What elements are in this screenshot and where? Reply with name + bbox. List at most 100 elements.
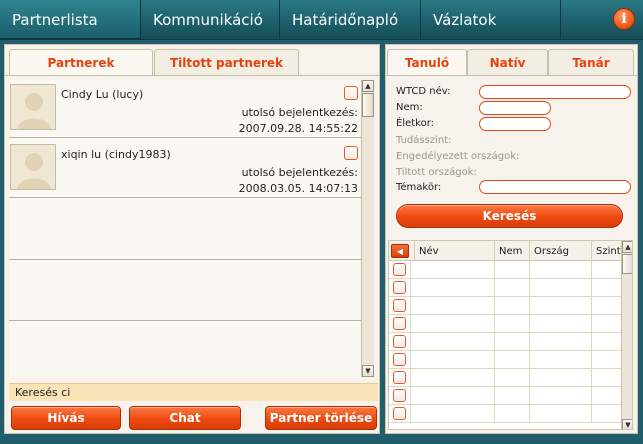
delete-partner-button[interactable]: Partner törlése: [265, 406, 377, 430]
button-label: Partner törlése: [269, 411, 373, 425]
table-row[interactable]: [389, 351, 621, 369]
age-input[interactable]: [479, 117, 551, 131]
tab-label: Tiltott partnerek: [169, 56, 284, 70]
tab-label: Partnerek: [47, 56, 115, 70]
nav-tab-schedule[interactable]: Határidőnapló: [280, 0, 421, 40]
scroll-thumb[interactable]: [362, 93, 374, 117]
name-input[interactable]: [479, 85, 631, 99]
scroll-thumb[interactable]: [622, 254, 632, 274]
scroll-down-icon[interactable]: ▼: [362, 365, 374, 377]
column-divider: [410, 351, 411, 368]
gender-label: Nem:: [396, 102, 423, 113]
button-label: Chat: [169, 411, 201, 425]
column-divider: [494, 351, 495, 368]
table-row[interactable]: [389, 297, 621, 315]
list-divider: [9, 320, 364, 321]
row-select-checkbox[interactable]: [393, 353, 406, 366]
row-select-checkbox[interactable]: [393, 371, 406, 384]
table-row[interactable]: [389, 315, 621, 333]
age-label: Életkor:: [396, 118, 435, 129]
column-divider: [591, 261, 592, 278]
column-divider: [410, 387, 411, 404]
call-button[interactable]: Hívás: [11, 406, 121, 430]
tab-native[interactable]: Natív: [467, 49, 548, 76]
partner-select-checkbox[interactable]: [344, 86, 358, 100]
column-header-level[interactable]: Szint: [591, 241, 622, 261]
column-header-country[interactable]: Ország: [529, 241, 591, 261]
search-button[interactable]: Keresés: [396, 204, 623, 228]
row-select-checkbox[interactable]: [393, 335, 406, 348]
chat-button[interactable]: Chat: [129, 406, 241, 430]
top-nav: Partnerlista Kommunikáció Határidőnapló …: [0, 0, 643, 40]
nav-tab-drafts[interactable]: Vázlatok: [421, 0, 561, 40]
partner-list: Cindy Lu (lucy) utolsó bejelentkezés: 20…: [9, 80, 364, 377]
scroll-up-icon[interactable]: ▲: [362, 80, 374, 92]
table-row[interactable]: [389, 279, 621, 297]
table-row[interactable]: [389, 333, 621, 351]
scroll-up-icon[interactable]: ▲: [622, 241, 632, 253]
partner-row[interactable]: Cindy Lu (lucy) utolsó bejelentkezés: 20…: [9, 80, 364, 138]
nav-tab-communication[interactable]: Kommunikáció: [141, 0, 280, 40]
back-arrow-icon[interactable]: ◀: [391, 244, 409, 258]
column-divider: [494, 261, 495, 278]
last-login-label: utolsó bejelentkezés:: [241, 106, 358, 119]
info-icon[interactable]: i: [613, 8, 635, 30]
column-divider: [591, 387, 592, 404]
column-header-gender[interactable]: Nem: [494, 241, 529, 261]
table-row[interactable]: [389, 387, 621, 405]
column-divider: [410, 405, 411, 422]
column-divider: [529, 369, 530, 386]
topic-label: Témakör:: [396, 182, 442, 193]
tab-label: Tanuló: [404, 56, 450, 70]
column-divider: [529, 297, 530, 314]
column-divider: [494, 387, 495, 404]
column-divider: [529, 351, 530, 368]
tab-label: Natív: [489, 56, 526, 70]
results-scrollbar[interactable]: ▲ ▼: [621, 241, 632, 429]
column-divider: [529, 405, 530, 422]
partner-name: Cindy Lu (lucy): [61, 88, 144, 101]
row-select-checkbox[interactable]: [393, 389, 406, 402]
row-select-checkbox[interactable]: [393, 407, 406, 420]
row-select-checkbox[interactable]: [393, 263, 406, 276]
column-divider: [410, 333, 411, 350]
table-row[interactable]: [389, 405, 621, 423]
column-divider: [494, 297, 495, 314]
name-label: WTCD név:: [396, 86, 451, 97]
column-divider: [410, 315, 411, 332]
column-divider: [529, 315, 530, 332]
nav-tab-label: Partnerlista: [12, 11, 98, 29]
column-divider: [529, 279, 530, 296]
scroll-down-icon[interactable]: ▼: [622, 419, 632, 429]
column-divider: [591, 279, 592, 296]
row-select-checkbox[interactable]: [393, 299, 406, 312]
topic-input[interactable]: [479, 180, 631, 194]
tab-divider: [5, 75, 379, 76]
column-header-name[interactable]: Név: [414, 241, 494, 261]
column-label: Nem: [499, 245, 523, 257]
table-row[interactable]: [389, 369, 621, 387]
column-divider: [410, 261, 411, 278]
column-divider: [529, 261, 530, 278]
nav-tab-partner-list[interactable]: Partnerlista: [0, 0, 141, 40]
user-avatar-icon: [10, 144, 56, 190]
partner-select-checkbox[interactable]: [344, 146, 358, 160]
row-select-checkbox[interactable]: [393, 317, 406, 330]
partner-list-scrollbar[interactable]: ▲ ▼: [361, 80, 374, 377]
tab-banned-partners[interactable]: Tiltott partnerek: [154, 49, 299, 76]
column-divider: [529, 333, 530, 350]
results-table: ◀ Név Nem Ország Szint ▲ ▼: [388, 240, 633, 430]
gender-select[interactable]: [479, 101, 551, 115]
column-divider: [591, 351, 592, 368]
table-row[interactable]: [389, 261, 621, 279]
list-divider: [9, 259, 364, 260]
tab-teacher[interactable]: Tanár: [548, 49, 634, 76]
row-select-checkbox[interactable]: [393, 281, 406, 294]
tab-student[interactable]: Tanuló: [387, 49, 467, 76]
tab-partners[interactable]: Partnerek: [9, 49, 153, 76]
column-divider: [410, 297, 411, 314]
last-login-date: 2008.03.05. 14:07:13: [238, 182, 358, 195]
results-header: ◀ Név Nem Ország Szint: [389, 241, 632, 261]
column-divider: [494, 315, 495, 332]
partner-row[interactable]: xiqin lu (cindy1983) utolsó bejelentkezé…: [9, 140, 364, 198]
